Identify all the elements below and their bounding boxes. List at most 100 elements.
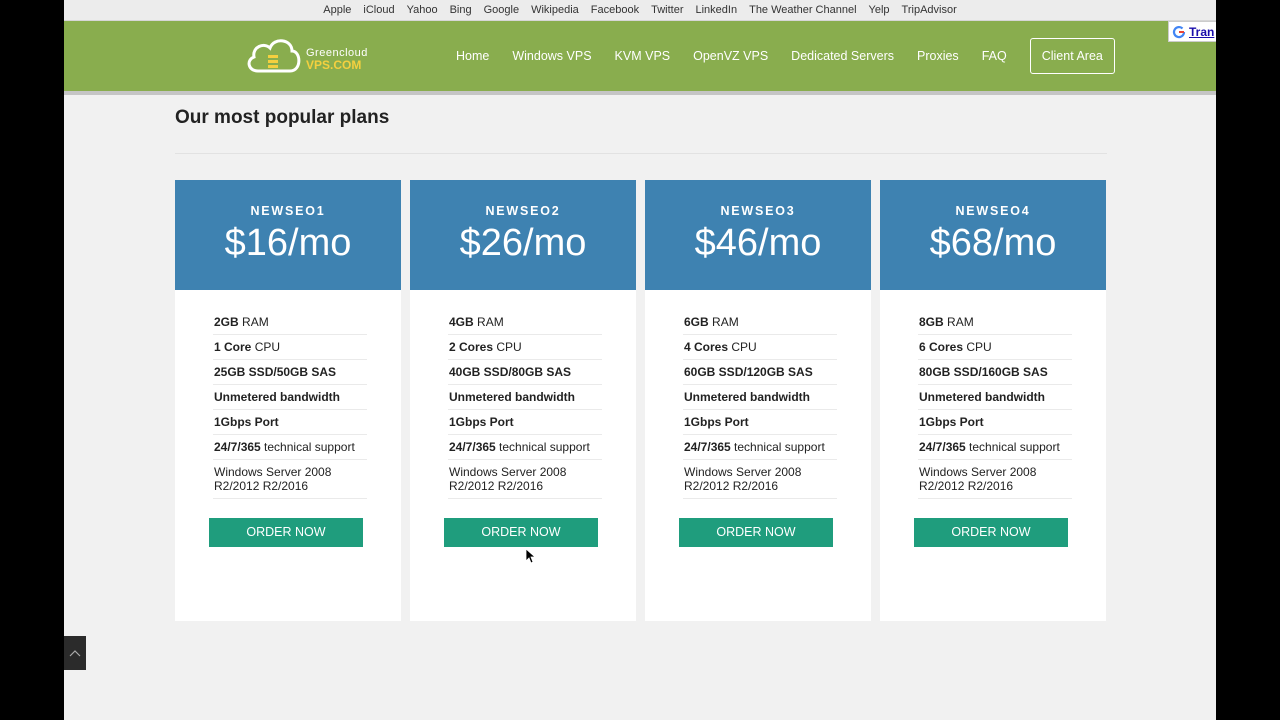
plan-header: NEWSEO1 $16/mo: [175, 180, 401, 290]
feature-ram-value: 4GB: [449, 315, 474, 329]
order-now-button[interactable]: ORDER NOW: [679, 518, 833, 547]
feature-bandwidth-value: Unmetered bandwidth: [449, 390, 576, 404]
plan-features: 2GB RAM 1 Core CPU 25GB SSD/50GB SAS Unm…: [213, 310, 367, 499]
feature-disk-value: 40GB SSD/80GB SAS: [449, 365, 572, 379]
feature-bandwidth-value: Unmetered bandwidth: [214, 390, 341, 404]
feature-ram-label: RAM: [708, 315, 739, 329]
feature-os: Windows Server 2008 R2/2012 R2/2016: [213, 460, 367, 499]
feature-support-label: technical support: [495, 440, 590, 454]
section-title: Our most popular plans: [175, 107, 390, 128]
order-now-button[interactable]: ORDER NOW: [914, 518, 1068, 547]
plan-card: NEWSEO3 $46/mo 6GB RAM 4 Cores CPU 60GB …: [645, 180, 871, 621]
bookmark-item[interactable]: Apple: [323, 4, 351, 16]
plan-price: $16/mo: [224, 222, 352, 264]
browser-viewport: Apple iCloud Yahoo Bing Google Wikipedia Faceb…: [64, 0, 1216, 720]
feature-port-value: 1Gbps Port: [449, 415, 514, 429]
client-area-button[interactable]: Client Area: [1029, 38, 1115, 74]
feature-cpu: 2 Cores CPU: [448, 335, 602, 360]
plan-card: NEWSEO1 $16/mo 2GB RAM 1 Core CPU 25GB S…: [175, 180, 401, 621]
feature-cpu-value: 6 Cores: [919, 340, 964, 354]
plan-header: NEWSEO4 $68/mo: [880, 180, 1106, 290]
bookmark-item[interactable]: LinkedIn: [696, 4, 738, 16]
feature-cpu: 6 Cores CPU: [918, 335, 1072, 360]
feature-port: 1Gbps Port: [683, 410, 837, 435]
google-g-icon: [1172, 25, 1186, 38]
feature-cpu-value: 2 Cores: [449, 340, 494, 354]
nav-faq[interactable]: FAQ: [982, 49, 1007, 63]
order-now-button[interactable]: ORDER NOW: [209, 518, 363, 547]
bookmark-item[interactable]: Google: [484, 4, 519, 16]
logo-text-bottom: VPS.COM: [306, 58, 362, 72]
feature-bandwidth: Unmetered bandwidth: [683, 385, 837, 410]
feature-ram: 4GB RAM: [448, 310, 602, 335]
feature-support: 24/7/365 technical support: [213, 435, 367, 460]
feature-ram-label: RAM: [473, 315, 504, 329]
bookmark-item[interactable]: Facebook: [591, 4, 639, 16]
feature-os: Windows Server 2008 R2/2012 R2/2016: [683, 460, 837, 499]
feature-bandwidth-value: Unmetered bandwidth: [919, 390, 1046, 404]
google-translate-widget[interactable]: Tran: [1168, 21, 1216, 42]
feature-support: 24/7/365 technical support: [448, 435, 602, 460]
plan-price: $68/mo: [929, 222, 1057, 264]
feature-os: Windows Server 2008 R2/2012 R2/2016: [918, 460, 1072, 499]
feature-disk: 25GB SSD/50GB SAS: [213, 360, 367, 385]
feature-cpu-value: 1 Core: [214, 340, 252, 354]
section-divider: [175, 153, 1107, 154]
plans-list: NEWSEO1 $16/mo 2GB RAM 1 Core CPU 25GB S…: [175, 180, 1106, 621]
bookmark-item[interactable]: The Weather Channel: [749, 4, 856, 16]
feature-disk: 40GB SSD/80GB SAS: [448, 360, 602, 385]
bookmarks-bar: Apple iCloud Yahoo Bing Google Wikipedia Faceb…: [64, 0, 1216, 21]
feature-support: 24/7/365 technical support: [918, 435, 1072, 460]
bookmark-item[interactable]: Twitter: [651, 4, 683, 16]
plan-header: NEWSEO3 $46/mo: [645, 180, 871, 290]
plan-features: 8GB RAM 6 Cores CPU 80GB SSD/160GB SAS U…: [918, 310, 1072, 499]
nav-home[interactable]: Home: [456, 49, 489, 63]
bookmark-item[interactable]: Wikipedia: [531, 4, 579, 16]
feature-support: 24/7/365 technical support: [683, 435, 837, 460]
feature-disk: 80GB SSD/160GB SAS: [918, 360, 1072, 385]
feature-port: 1Gbps Port: [448, 410, 602, 435]
feature-ram: 6GB RAM: [683, 310, 837, 335]
bookmark-item[interactable]: Yahoo: [407, 4, 438, 16]
nav-proxies[interactable]: Proxies: [917, 49, 959, 63]
main-nav: Home Windows VPS KVM VPS OpenVZ VPS Dedi…: [456, 21, 1115, 91]
plan-header: NEWSEO2 $26/mo: [410, 180, 636, 290]
plan-name: NEWSEO1: [250, 204, 326, 218]
feature-support-value: 24/7/365: [449, 440, 496, 454]
feature-ram: 8GB RAM: [918, 310, 1072, 335]
plan-card: NEWSEO2 $26/mo 4GB RAM 2 Cores CPU 40GB …: [410, 180, 636, 621]
bookmark-item[interactable]: TripAdvisor: [902, 4, 957, 16]
feature-support-label: technical support: [965, 440, 1060, 454]
order-now-button[interactable]: ORDER NOW: [444, 518, 598, 547]
nav-dedicated-servers[interactable]: Dedicated Servers: [791, 49, 894, 63]
plan-price: $46/mo: [694, 222, 822, 264]
feature-cpu-label: CPU: [251, 340, 281, 354]
feature-cpu: 4 Cores CPU: [683, 335, 837, 360]
feature-ram-label: RAM: [238, 315, 269, 329]
feature-cpu: 1 Core CPU: [213, 335, 367, 360]
nav-windows-vps[interactable]: Windows VPS: [512, 49, 591, 63]
bookmark-item[interactable]: iCloud: [363, 4, 394, 16]
feature-bandwidth: Unmetered bandwidth: [448, 385, 602, 410]
feature-ram: 2GB RAM: [213, 310, 367, 335]
scroll-to-top-button[interactable]: [64, 636, 86, 670]
bookmark-item[interactable]: Yelp: [869, 4, 890, 16]
nav-openvz-vps[interactable]: OpenVZ VPS: [693, 49, 768, 63]
feature-cpu-value: 4 Cores: [684, 340, 729, 354]
feature-bandwidth: Unmetered bandwidth: [918, 385, 1072, 410]
feature-port-value: 1Gbps Port: [919, 415, 984, 429]
nav-kvm-vps[interactable]: KVM VPS: [615, 49, 671, 63]
feature-support-label: technical support: [730, 440, 825, 454]
bookmark-item[interactable]: Bing: [450, 4, 472, 16]
chevron-up-icon: [69, 650, 81, 657]
feature-os: Windows Server 2008 R2/2012 R2/2016: [448, 460, 602, 499]
feature-port: 1Gbps Port: [918, 410, 1072, 435]
feature-support-value: 24/7/365: [684, 440, 731, 454]
plan-card: NEWSEO4 $68/mo 8GB RAM 6 Cores CPU 80GB …: [880, 180, 1106, 621]
feature-bandwidth: Unmetered bandwidth: [213, 385, 367, 410]
feature-ram-label: RAM: [943, 315, 974, 329]
site-logo[interactable]: Greencloud VPS.COM: [244, 33, 374, 77]
feature-disk-value: 60GB SSD/120GB SAS: [684, 365, 813, 379]
feature-disk-value: 25GB SSD/50GB SAS: [214, 365, 337, 379]
feature-port-value: 1Gbps Port: [214, 415, 279, 429]
